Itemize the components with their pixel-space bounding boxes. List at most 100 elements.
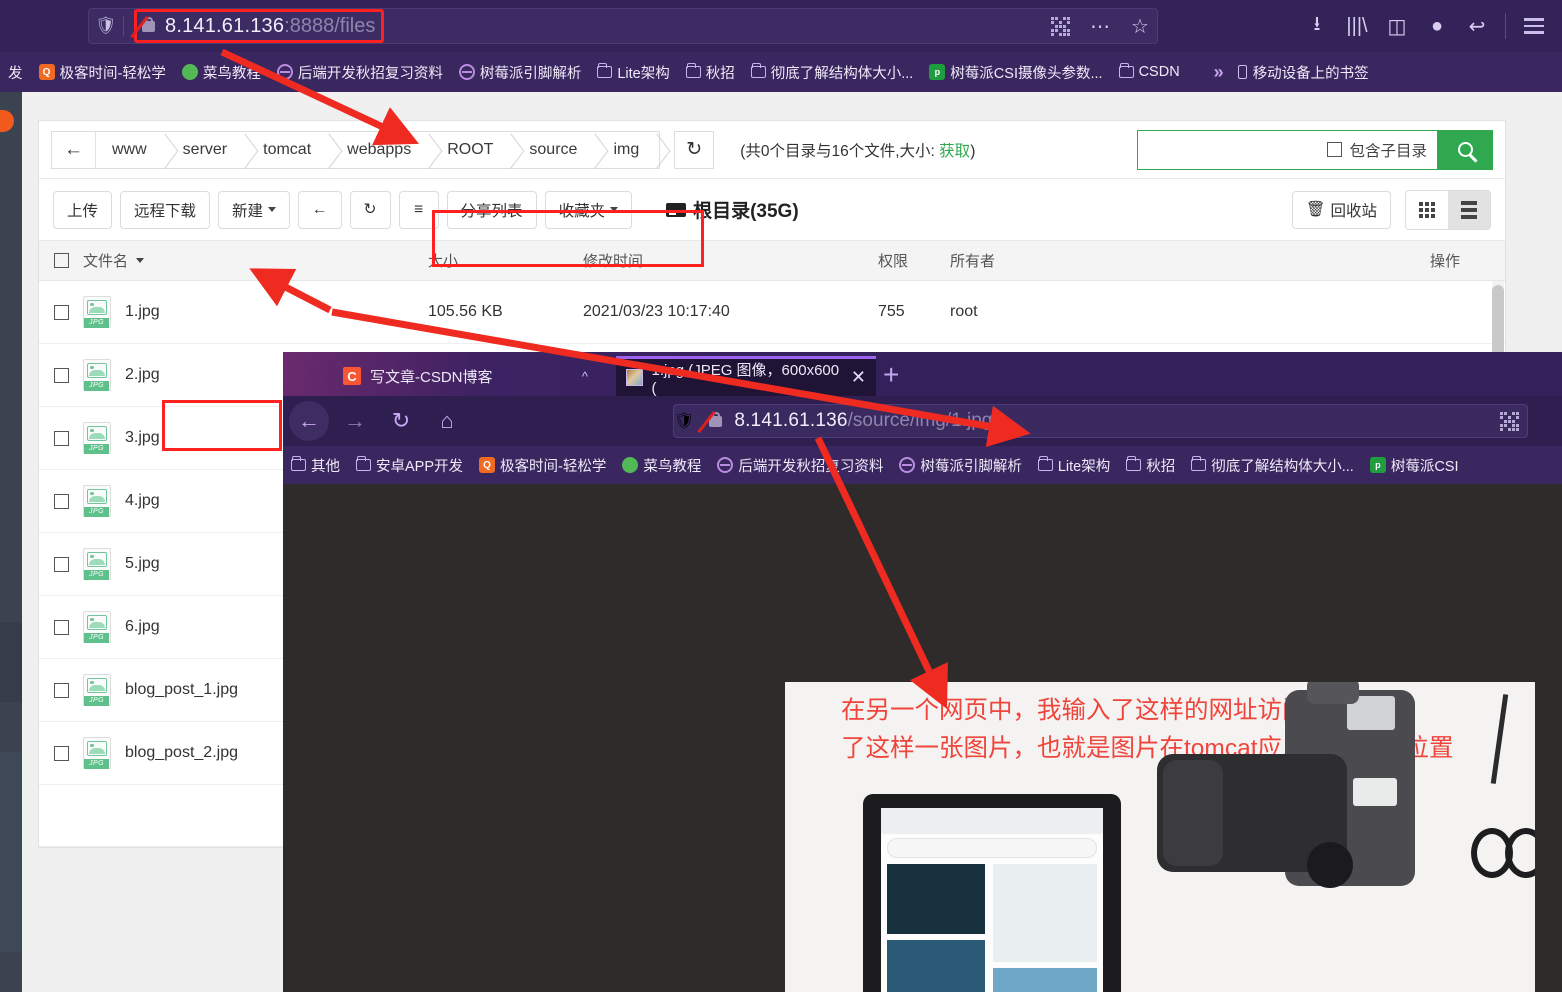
search-input[interactable]: 包含子目录 [1137,129,1437,170]
file-name[interactable]: 6.jpg [125,618,160,636]
download-icon[interactable]: ⭳ [1297,6,1337,46]
bookmark-item[interactable]: 后端开发秋招复习资料 [709,450,891,480]
bookmark-item[interactable]: 彻底了解结构体大小... [743,57,922,87]
table-row[interactable]: JPG 1.jpg 105.56 KB 2021/03/23 10:17:40 … [39,281,1505,344]
row-checkbox[interactable] [39,619,83,635]
file-name[interactable]: 5.jpg [125,555,160,573]
camera-graphic [1157,682,1437,932]
bookmark-label: 菜鸟教程 [643,458,702,475]
breadcrumb-item-source[interactable]: source [513,132,597,168]
sort-desc-icon [136,258,145,263]
bookmark-item[interactable]: Q 极客时间-轻松学 [31,57,174,87]
column-filename[interactable]: 文件名 [83,250,428,271]
folder-icon [291,456,306,471]
breadcrumb-refresh-icon[interactable]: ↻ [674,130,715,169]
column-owner[interactable]: 所有者 [950,250,1430,271]
include-subdir-checkbox[interactable] [1327,142,1343,157]
file-name[interactable]: 1.jpg [125,303,160,321]
tablet-screen [881,808,1103,992]
breadcrumb-label: www [112,140,147,158]
column-label: 修改时间 [583,253,644,270]
chevron-up-icon[interactable]: ^ [582,369,588,384]
bookmark-item[interactable]: Lite架构 [589,57,677,87]
share-list-button[interactable]: 分享列表 [446,190,537,229]
bookmark-item[interactable]: p 树莓派CSI [1362,450,1467,480]
back-button[interactable]: ← [298,190,342,229]
forward-icon[interactable]: → [335,401,375,441]
tab-image-1jpg[interactable]: 1.jpg (JPEG 图像，600x600 ( ✕ [616,356,876,397]
row-checkbox[interactable] [39,430,83,446]
breadcrumb-item-server[interactable]: server [167,132,247,168]
file-name[interactable]: blog_post_2.jpg [125,744,238,762]
row-checkbox[interactable] [39,556,83,572]
row-checkbox[interactable] [39,493,83,509]
rail-segment [0,752,22,952]
remote-download-button[interactable]: 远程下载 [120,190,211,229]
summary-fetch-link[interactable]: 获取 [939,143,970,160]
file-name[interactable]: 3.jpg [125,429,160,447]
breadcrumb-item-root[interactable]: ROOT [431,132,513,168]
grid-view-icon[interactable] [1406,190,1448,229]
front-address-bar[interactable]: 🛡 8.141.61.136 /source/img/1.jpg [673,404,1528,438]
breadcrumb-back-icon[interactable]: ← [52,131,96,168]
bookmark-item[interactable]: 秋招 [678,57,743,87]
new-button[interactable]: 新建 [218,190,291,229]
more-icon[interactable]: ⋯ [1080,6,1120,46]
bookmarks-overflow-icon[interactable]: » [1214,62,1224,83]
terminal-button[interactable]: ≡ [398,190,439,229]
displayed-image[interactable]: 在另一个网页中，我输入了这样的网址访问到 了这样一张图片，也就是图片在tomca… [785,682,1535,992]
row-checkbox[interactable] [39,367,83,383]
library-icon[interactable]: |||\ [1337,6,1377,46]
sidebar-icon[interactable]: ◫ [1377,6,1417,46]
recycle-bin-button[interactable]: 🗑 回收站 [1291,190,1391,229]
qr-icon[interactable] [1040,6,1080,46]
bookmark-item[interactable]: 安卓APP开发 [348,450,471,480]
refresh-button[interactable]: ↻ [349,190,391,229]
mobile-bookmarks-item[interactable]: 移动设备上的书签 [1237,62,1369,83]
breadcrumb-item-www[interactable]: www [96,132,167,168]
recycle-bin-label: 回收站 [1330,202,1377,220]
star-icon[interactable]: ☆ [1120,6,1160,46]
select-all-checkbox[interactable] [39,253,83,268]
undo-icon[interactable]: ↩ [1457,6,1497,46]
menu-icon[interactable] [1514,6,1554,46]
list-view-icon[interactable] [1448,190,1490,229]
row-checkbox[interactable] [39,304,83,320]
column-perm[interactable]: 权限 [878,250,950,271]
account-icon[interactable]: ● [1417,6,1457,46]
home-icon[interactable]: ⌂ [427,401,467,441]
bookmark-item[interactable]: 菜鸟教程 [174,57,269,87]
back-icon[interactable]: ← [289,401,329,441]
address-bar[interactable]: 🛡 8.141.61.136 :8888/files [88,8,1158,44]
column-size[interactable]: 大小 [428,250,583,271]
bookmark-item[interactable]: Lite架构 [1030,450,1118,480]
bookmark-item[interactable]: 树莓派引脚解析 [451,57,590,87]
qr-icon[interactable] [1500,411,1519,431]
favorites-button[interactable]: 收藏夹 [544,190,633,229]
column-mtime[interactable]: 修改时间 [583,250,878,271]
row-checkbox[interactable] [39,745,83,761]
bookmark-item[interactable]: 后端开发秋招复习资料 [269,57,451,87]
bookmark-item[interactable]: p 树莓派CSI摄像头参数... [921,57,1110,87]
file-name[interactable]: 2.jpg [125,366,160,384]
bookmark-item[interactable]: 彻底了解结构体大小... [1183,450,1362,480]
tab-csdn-blog[interactable]: C 写文章-CSDN博客 ^ [333,356,598,396]
bookmark-item[interactable]: 发 [0,57,31,87]
file-name[interactable]: 4.jpg [125,492,160,510]
breadcrumb-item-webapps[interactable]: webapps [331,132,431,168]
row-checkbox[interactable] [39,682,83,698]
checkbox-icon [53,556,69,572]
close-icon[interactable]: ✕ [851,367,866,388]
bookmark-item[interactable]: Q 极客时间-轻松学 [471,450,614,480]
search-button[interactable] [1437,129,1493,170]
bookmark-item[interactable]: CSDN [1111,57,1188,87]
bookmark-item[interactable]: 秋招 [1118,450,1183,480]
bookmark-item[interactable]: 菜鸟教程 [614,450,709,480]
new-tab-icon[interactable]: + [883,361,899,389]
bookmark-item[interactable]: 其他 [283,450,348,480]
reload-icon[interactable]: ↻ [381,401,421,441]
breadcrumb-item-tomcat[interactable]: tomcat [247,132,331,168]
upload-button[interactable]: 上传 [53,190,113,229]
bookmark-item[interactable]: 树莓派引脚解析 [891,450,1030,480]
file-name[interactable]: blog_post_1.jpg [125,681,238,699]
